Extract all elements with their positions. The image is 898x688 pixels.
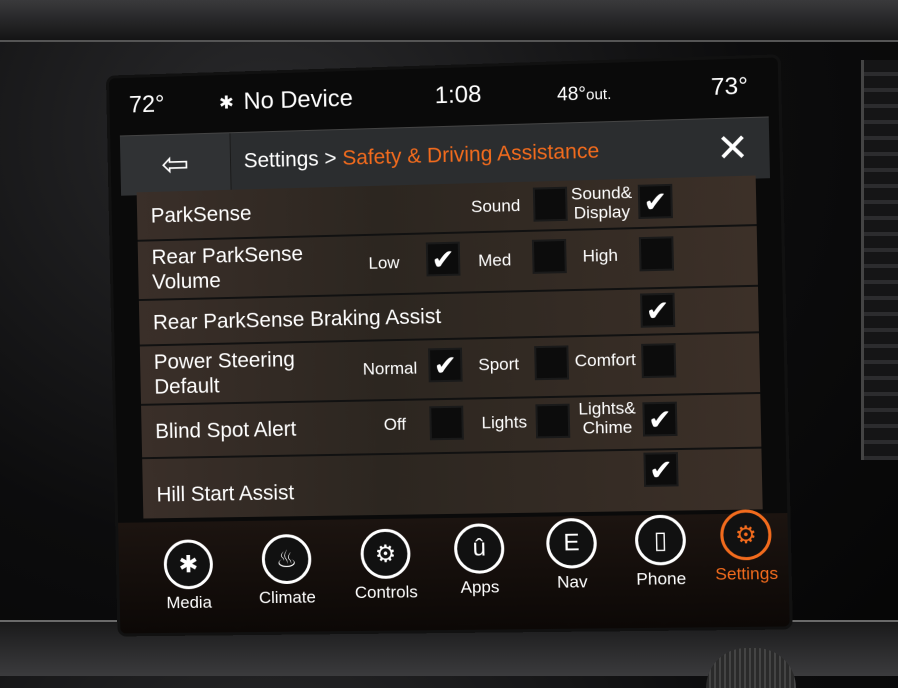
checkbox-volume-high[interactable] (638, 236, 675, 272)
checkmark-icon: ✔ (648, 454, 674, 486)
dock-label: Settings (715, 563, 779, 584)
dock-settings-button[interactable]: ⚙ Settings (706, 509, 787, 585)
setting-row-hill-start-assist: Hill Start Assist ✔ (142, 447, 763, 519)
dock-label: Nav (556, 572, 588, 592)
dock-label: Phone (636, 569, 687, 589)
driver-temp: 72° (128, 90, 165, 119)
dock-label: Media (166, 592, 213, 613)
dock-apps-button[interactable]: û Apps (440, 523, 520, 598)
checkbox-braking-assist[interactable]: ✔ (640, 292, 676, 328)
dashboard-bezel-top (0, 0, 898, 42)
option-label: Off (383, 414, 407, 435)
breadcrumb: Settings > Safety & Driving Assistance (244, 140, 600, 174)
setting-label: Power Steering Default (153, 348, 296, 399)
apps-icon: û (453, 523, 505, 574)
close-icon: ✕ (715, 127, 750, 171)
checkbox-volume-low[interactable]: ✔ (425, 241, 461, 277)
option-label: Comfort (574, 350, 637, 371)
dock-controls-button[interactable]: ⚙ Controls (346, 528, 425, 603)
dock-media-button[interactable]: ✱ Media (150, 539, 228, 613)
passenger-temp: 73° (710, 72, 749, 101)
setting-label: Rear ParkSense Braking Assist (152, 305, 442, 335)
dock-nav-button[interactable]: E Nav (532, 517, 612, 593)
option-label: High (582, 245, 619, 266)
option-label: Lights (481, 412, 528, 433)
option-label: Low (368, 253, 400, 273)
checkmark-icon: ✔ (645, 294, 670, 327)
infotainment-screen: 72° ✱ No Device 1:08 48°out. 73° ⇦ Setti… (108, 57, 790, 634)
checkbox-parksense-sound-display[interactable]: ✔ (637, 183, 673, 220)
checkbox-steering-normal[interactable]: ✔ (428, 347, 463, 383)
settings-list: ParkSense Sound Sound& Display ✔ Rear Pa… (136, 175, 763, 519)
checkmark-icon: ✔ (431, 243, 456, 276)
checkbox-volume-med[interactable] (531, 238, 567, 274)
climate-seat-icon: ♨ (261, 533, 312, 585)
checkbox-steering-sport[interactable] (534, 345, 570, 381)
setting-label: ParkSense (150, 202, 252, 228)
checkbox-hill-start-assist[interactable]: ✔ (643, 452, 679, 487)
option-label: Med (477, 250, 512, 271)
dock-label: Apps (460, 577, 500, 597)
phone-icon: ▯ (634, 514, 687, 566)
option-label: Sport (478, 354, 520, 375)
breadcrumb-separator: > (324, 147, 337, 171)
device-status: No Device (243, 84, 354, 115)
breadcrumb-root: Settings (243, 147, 319, 173)
checkbox-blind-spot-off[interactable] (429, 405, 464, 441)
checkbox-steering-comfort[interactable] (641, 343, 677, 379)
option-label: Lights& Chime (578, 398, 636, 438)
checkmark-icon: ✔ (647, 403, 673, 436)
dock-phone-button[interactable]: ▯ Phone (620, 514, 701, 590)
outside-temp: 48°out. (556, 83, 612, 106)
bluetooth-icon: ✱ (218, 92, 235, 113)
settings-gear-icon: ⚙ (719, 509, 772, 561)
setting-label: Hill Start Assist (156, 481, 295, 507)
bottom-dock: ✱ Media ♨ Climate ⚙ Controls û Apps E Na… (118, 509, 790, 634)
clock: 1:08 (434, 80, 482, 110)
close-button[interactable]: ✕ (716, 124, 750, 173)
checkmark-icon: ✔ (643, 186, 668, 218)
dock-climate-button[interactable]: ♨ Climate (248, 533, 326, 609)
option-label: Normal (362, 358, 418, 379)
checkbox-blind-spot-lights-chime[interactable]: ✔ (642, 401, 678, 437)
setting-label: Blind Spot Alert (155, 417, 297, 444)
controls-seat-icon: ⚙ (360, 528, 411, 580)
option-label: Sound (470, 195, 521, 217)
back-button[interactable]: ⇦ (119, 133, 232, 196)
air-vent (861, 60, 898, 460)
checkbox-blind-spot-lights[interactable] (535, 403, 571, 439)
dock-label: Controls (354, 582, 419, 603)
back-arrow-icon: ⇦ (160, 145, 190, 184)
checkmark-icon: ✔ (433, 349, 458, 382)
option-label: Sound& Display (570, 182, 633, 223)
breadcrumb-current: Safety & Driving Assistance (342, 139, 600, 170)
bluetooth-icon: ✱ (163, 539, 214, 590)
checkbox-parksense-sound[interactable] (532, 186, 568, 222)
setting-label: Rear ParkSense Volume (151, 242, 304, 294)
compass-icon: E (545, 517, 598, 569)
dock-label: Climate (258, 587, 317, 608)
